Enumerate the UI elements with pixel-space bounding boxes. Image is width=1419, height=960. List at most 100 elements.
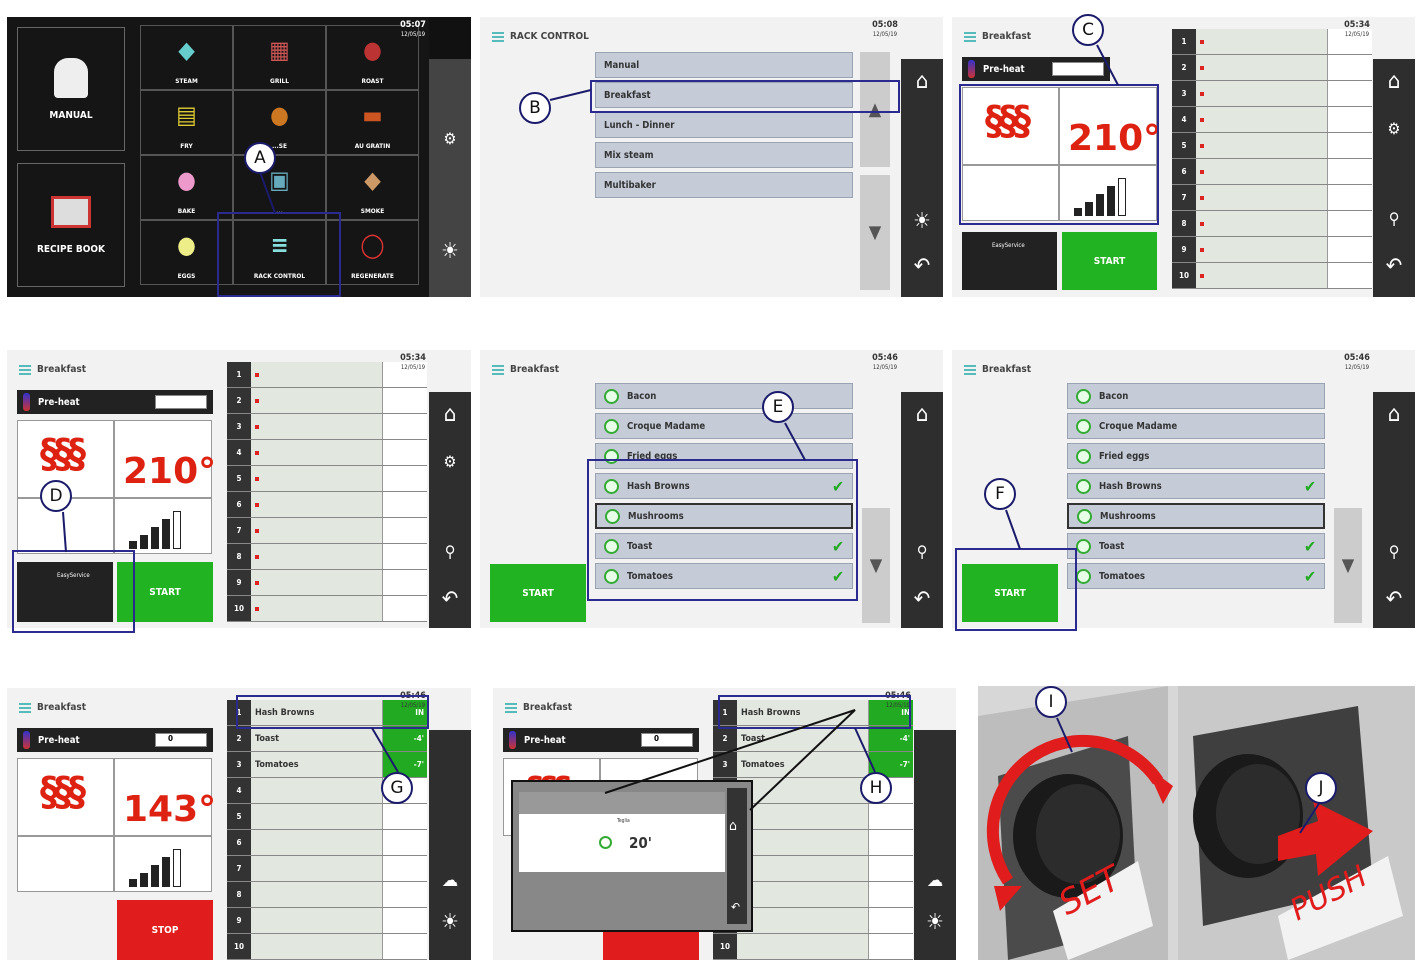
rack-row[interactable]: 2: [227, 388, 427, 414]
list-item[interactable]: Croque Madame: [595, 413, 853, 439]
list-item[interactable]: Mix steam: [595, 142, 853, 168]
light-icon[interactable]: ☀: [429, 910, 471, 935]
list-item[interactable]: Bacon: [1067, 383, 1325, 409]
back-icon[interactable]: ↶: [1373, 587, 1415, 612]
home-icon[interactable]: ⌂: [1373, 402, 1415, 427]
rack-row[interactable]: 8: [227, 882, 427, 908]
back-icon[interactable]: ↶: [429, 587, 471, 612]
timer-icon: [599, 836, 612, 849]
rack-icon-box[interactable]: [17, 836, 114, 892]
scroll-down-button[interactable]: ▼: [1334, 508, 1362, 623]
cloud-icon[interactable]: ☁: [914, 870, 956, 891]
rack-row[interactable]: 7: [227, 856, 427, 882]
rack-row[interactable]: 9: [227, 908, 427, 934]
settings-icon[interactable]: ⚙: [1373, 119, 1415, 138]
rack-row[interactable]: 8: [227, 544, 427, 570]
rack-row[interactable]: 5: [227, 804, 427, 830]
probe-icon[interactable]: ⚲: [429, 542, 471, 561]
list-item[interactable]: Toast ✔: [1067, 533, 1325, 559]
light-icon[interactable]: ☀: [901, 209, 943, 234]
list-item[interactable]: Lunch - Dinner: [595, 112, 853, 138]
list-item[interactable]: Fried eggs: [1067, 443, 1325, 469]
rack-row[interactable]: 6: [227, 830, 427, 856]
rack-slot: [251, 882, 383, 907]
temperature-display[interactable]: 210°: [114, 420, 216, 498]
stop-button[interactable]: [603, 928, 699, 960]
popup-back-icon[interactable]: ↶: [731, 900, 740, 914]
rack-row[interactable]: 10: [227, 596, 427, 622]
back-icon[interactable]: ↶: [901, 587, 943, 612]
preheat-toggle[interactable]: Pre-heat 0: [17, 728, 213, 752]
list-item[interactable]: Tomatoes ✔: [1067, 563, 1325, 589]
home-icon[interactable]: ⌂: [429, 402, 471, 427]
rack-row[interactable]: 2: [1172, 55, 1372, 81]
rack-row[interactable]: 9: [1172, 237, 1372, 263]
probe-icon[interactable]: ⚲: [901, 542, 943, 561]
probe-icon[interactable]: ⚲: [1373, 209, 1415, 228]
light-icon[interactable]: ☀: [914, 910, 956, 935]
list-item[interactable]: Mushrooms: [1067, 503, 1325, 529]
temperature-display[interactable]: 143°: [114, 758, 216, 836]
tile-grill[interactable]: ▦ GRILL: [233, 25, 326, 90]
rack-row[interactable]: 7: [1172, 185, 1372, 211]
scroll-down-button[interactable]: ▼: [862, 508, 890, 623]
easyservice-box[interactable]: EasyService: [962, 232, 1057, 290]
rack-timer: [383, 934, 427, 959]
rack-row[interactable]: 6: [227, 492, 427, 518]
home-icon[interactable]: ⌂: [901, 69, 943, 94]
rack-row[interactable]: 4: [227, 440, 427, 466]
fan-speed[interactable]: [114, 498, 212, 554]
rack-slot: [251, 778, 383, 803]
tile-fry[interactable]: ▤ FRY: [140, 90, 233, 155]
tile-smoke[interactable]: ◆ SMOKE: [326, 155, 419, 220]
tile-braise[interactable]: ● ...SE: [233, 90, 326, 155]
rack-row[interactable]: 2 Toast -4': [227, 726, 427, 752]
rack-row[interactable]: 10: [713, 934, 913, 960]
preheat-toggle[interactable]: Pre-heat: [17, 390, 213, 414]
preheat-toggle[interactable]: Pre-heat 0: [503, 728, 699, 752]
preheat-toggle[interactable]: Pre-heat: [962, 57, 1110, 81]
scroll-down-button[interactable]: ▼: [860, 175, 890, 290]
probe-icon[interactable]: ⚲: [1373, 542, 1415, 561]
start-button[interactable]: START: [1062, 232, 1157, 290]
stop-button[interactable]: STOP: [117, 900, 213, 960]
list-item[interactable]: Hash Browns ✔: [1067, 473, 1325, 499]
thermometer-icon: [23, 731, 30, 749]
rack-row[interactable]: 4: [1172, 107, 1372, 133]
rack-row[interactable]: 10: [227, 934, 427, 960]
list-item[interactable]: Bacon: [595, 383, 853, 409]
rack-slot: [251, 804, 383, 829]
rack-row[interactable]: 10: [1172, 263, 1372, 289]
rack-row[interactable]: 7: [227, 518, 427, 544]
settings-icon[interactable]: ⚙: [429, 129, 471, 148]
list-item[interactable]: Manual: [595, 52, 853, 78]
light-icon[interactable]: ☀: [429, 239, 471, 264]
settings-icon[interactable]: ⚙: [429, 452, 471, 471]
fan-speed[interactable]: [114, 836, 212, 892]
cloud-icon[interactable]: ☁: [429, 870, 471, 891]
rack-row[interactable]: 3: [227, 414, 427, 440]
popup-home-icon[interactable]: ⌂: [729, 818, 737, 834]
rack-row[interactable]: 8: [1172, 211, 1372, 237]
heating-mode[interactable]: §§§: [17, 758, 114, 836]
back-icon[interactable]: ↶: [901, 254, 943, 279]
back-icon[interactable]: ↶: [1373, 254, 1415, 279]
tile-steam[interactable]: ◆ STEAM: [140, 25, 233, 90]
rack-row[interactable]: 3: [1172, 81, 1372, 107]
home-icon[interactable]: ⌂: [1373, 69, 1415, 94]
tile-bake[interactable]: ● BAKE: [140, 155, 233, 220]
popup-time[interactable]: 20': [629, 834, 652, 852]
list-item[interactable]: Multibaker: [595, 172, 853, 198]
rack-row[interactable]: 6: [1172, 159, 1372, 185]
rack-row[interactable]: 5: [227, 466, 427, 492]
rack-row[interactable]: 5: [1172, 133, 1372, 159]
start-button[interactable]: START: [490, 564, 586, 622]
manual-button[interactable]: MANUAL: [17, 27, 125, 151]
tile-au-gratin[interactable]: ▬ AU GRATIN: [326, 90, 419, 155]
rack-row[interactable]: 2 Toast -4': [713, 726, 913, 752]
recipe-book-button[interactable]: RECIPE BOOK: [17, 163, 125, 287]
rack-row[interactable]: 9: [227, 570, 427, 596]
list-item[interactable]: Croque Madame: [1067, 413, 1325, 439]
knob-drawing: [978, 686, 1415, 960]
home-icon[interactable]: ⌂: [901, 402, 943, 427]
